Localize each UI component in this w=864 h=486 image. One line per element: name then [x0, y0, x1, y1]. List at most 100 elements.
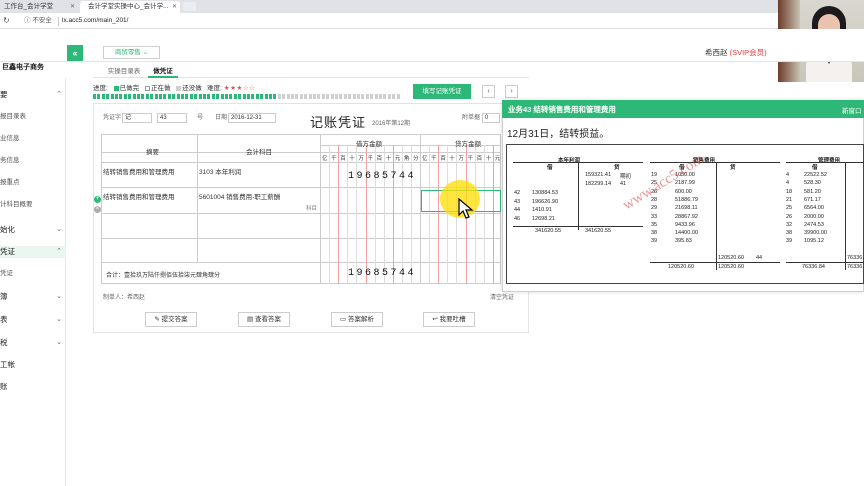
progress-segment	[106, 94, 110, 99]
close-icon[interactable]: ✕	[70, 1, 75, 13]
tab-practice-catalog[interactable]: 实操目录表	[103, 66, 145, 78]
sidebar-item-label: 账	[0, 382, 8, 391]
sidebar-item[interactable]: 报目录表	[0, 111, 66, 123]
debit-digit-unit: 十	[349, 156, 355, 162]
digit-column-line	[338, 145, 340, 284]
company-name: 巨鑫电子商务	[2, 64, 44, 71]
submit-answer-button[interactable]: ✎ 提交答案	[145, 312, 197, 327]
sidebar-item[interactable]: 要 ⌃	[0, 89, 66, 101]
row-1-summary[interactable]: 结转销售费用和管理费用	[103, 166, 175, 176]
voucher-period: 2016年第12期	[372, 121, 411, 127]
voucher-word-select[interactable]: 记	[122, 113, 152, 123]
selling-credit-label: 贷	[730, 165, 736, 171]
mouse-cursor-icon	[458, 198, 474, 219]
admin-entry-no: 25	[786, 205, 793, 212]
security-indicator[interactable]: ⓘ 不安全	[24, 16, 52, 26]
new-tab-button[interactable]	[183, 2, 196, 11]
admin-debit-label: 借	[812, 165, 818, 171]
delete-row-icon[interactable]: ×	[94, 206, 101, 213]
admin-entry-no: 18	[786, 188, 793, 195]
sidebar-item[interactable]: 表 ⌄	[0, 314, 66, 326]
digit-column-line	[483, 145, 485, 284]
browser-tab-label: 会计学堂实操中心_会计学...	[88, 3, 169, 10]
progress-segment	[383, 94, 387, 99]
answer-analysis-button[interactable]: ▭ 答案解析	[331, 312, 383, 327]
fill-voucher-button[interactable]: 填写记账凭证	[413, 84, 471, 99]
sidebar-item[interactable]: 计科目概要	[0, 199, 66, 211]
answer-analysis-label: 答案解析	[347, 316, 374, 323]
submit-answer-label: 提交答案	[161, 316, 188, 323]
progress-segment	[379, 94, 382, 99]
browser-tab-workbench[interactable]: 工作台_会计学堂 ✕	[0, 1, 78, 13]
add-row-icon[interactable]: +	[94, 196, 101, 203]
mode-select[interactable]: 商贸零售 ⌄	[103, 46, 160, 59]
admin-debit-value: 39900.00	[804, 230, 827, 237]
address-bar[interactable]	[0, 13, 864, 29]
sidebar-item[interactable]: 凭证 ⌃	[0, 246, 66, 258]
reload-icon[interactable]: ↻	[3, 16, 10, 26]
close-icon[interactable]: ✕	[172, 1, 177, 13]
sidebar-item[interactable]: 账	[0, 381, 66, 393]
sidebar-item[interactable]: 税 ⌄	[0, 337, 66, 349]
row-1-debit-amount[interactable]: 19685744	[348, 171, 416, 182]
sidebar-item[interactable]: 凭证	[0, 268, 66, 280]
selling-total-credit: 120520.60	[718, 264, 744, 270]
row-1-account[interactable]: 3103 本年利润	[199, 166, 241, 176]
sidebar-item[interactable]: 簿 ⌄	[0, 291, 66, 303]
progress-segment	[247, 94, 250, 99]
sidebar-item-label: 表	[0, 315, 8, 324]
debit-column-header: 借方金额	[356, 141, 382, 148]
row-2-account[interactable]: 5601004 销售费用-职工薪酬	[199, 191, 280, 201]
url-text[interactable]: lx.acc5.com/main_201/	[62, 16, 128, 26]
progress-segment	[97, 94, 101, 99]
debit-digit-unit: 十	[385, 156, 392, 162]
date-input[interactable]: 2016-12-31	[228, 113, 276, 123]
progress-segment	[119, 94, 123, 99]
profit-debit-entry-no: 44	[514, 207, 521, 213]
voucher-number-input[interactable]: 43	[157, 113, 187, 123]
digit-column-line	[374, 145, 376, 284]
progress-segment	[220, 94, 224, 99]
profit-credit-note: 期初	[620, 174, 632, 180]
feedback-button[interactable]: ↩ 我要吐槽	[423, 312, 475, 327]
account-column-header: 会计科目	[246, 149, 272, 156]
sidebar-item-label: 报重点	[0, 179, 20, 186]
selling-total-debit: 120520.60	[668, 264, 694, 270]
sidebar-item[interactable]: 始化 ⌄	[0, 224, 66, 236]
open-new-window-link[interactable]: 新窗口	[842, 105, 862, 115]
admin-entry-no: 21	[786, 196, 793, 203]
grid-line	[101, 162, 501, 163]
credit-digit-unit: 十	[485, 156, 492, 162]
sidebar-item[interactable]: 务信息	[0, 155, 66, 167]
browser-tab-practice[interactable]: 会计学堂实操中心_会计学... ✕	[80, 1, 180, 13]
next-task-button[interactable]: ›	[505, 85, 518, 98]
progress-segment	[194, 94, 198, 99]
sidebar-item[interactable]: 业信息	[0, 133, 66, 145]
chevron-down-icon: ⌄	[56, 339, 62, 346]
progress-segment	[352, 94, 356, 99]
progress-segment	[128, 94, 132, 99]
progress-segment	[260, 94, 264, 99]
progress-segment	[269, 94, 272, 99]
row-2-summary[interactable]: 结转销售费用和管理费用	[103, 191, 175, 201]
sidebar-item[interactable]: 工帐	[0, 359, 66, 371]
selling-debit-value: 9433.96	[675, 221, 695, 228]
collapse-sidebar-button[interactable]: «	[67, 45, 83, 61]
selling-debit-value: 14400.00	[675, 230, 698, 237]
clear-voucher-link[interactable]: 清空凭证	[490, 292, 514, 301]
tab-make-voucher[interactable]: 做凭证	[148, 66, 178, 78]
progress-segment	[370, 94, 374, 99]
user-info[interactable]: 希西赵 (SVIP会员)	[705, 47, 767, 58]
selling-debit-value: 395.83	[675, 238, 692, 245]
sidebar-item[interactable]: 报重点	[0, 177, 66, 189]
progress-segment	[216, 94, 220, 99]
date-label: 日期	[215, 115, 228, 121]
prev-task-button[interactable]: ‹	[482, 85, 495, 98]
attach-count-input[interactable]: 0	[482, 113, 500, 123]
browser-tab-bar: 工作台_会计学堂 ✕ 会计学堂实操中心_会计学... ✕	[0, 0, 864, 13]
sidebar-item-label: 税	[0, 338, 8, 347]
difficulty-stars: ★★★☆☆	[223, 85, 256, 92]
view-answer-button[interactable]: ▤ 查看答案	[238, 312, 290, 327]
profit-credit-value: 159321.41	[585, 172, 611, 178]
progress-segment	[273, 94, 277, 99]
